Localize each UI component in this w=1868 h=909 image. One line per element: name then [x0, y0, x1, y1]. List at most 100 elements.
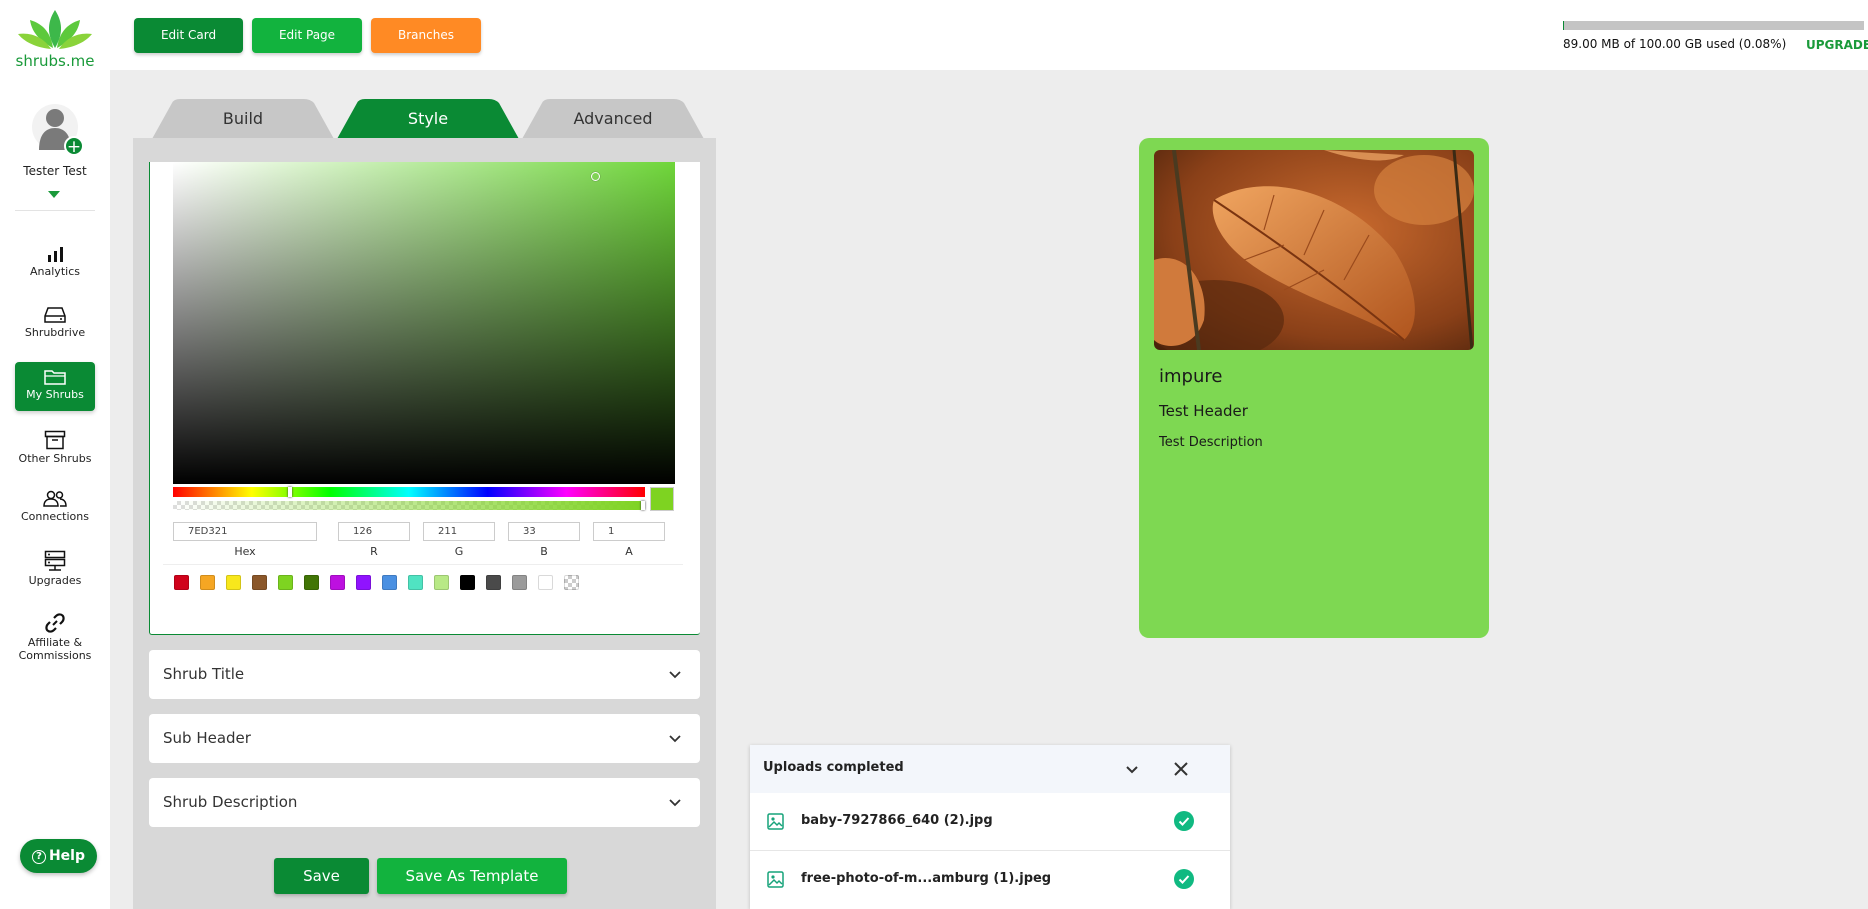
edit-card-button[interactable]: Edit Card [134, 18, 243, 53]
color-swatch[interactable] [226, 575, 241, 590]
current-color-preview [650, 487, 674, 511]
color-swatch[interactable] [278, 575, 293, 590]
color-swatch[interactable] [382, 575, 397, 590]
sidebar-item-label: My Shrubs [26, 388, 84, 401]
sidebar-item-affiliate[interactable]: Affiliate & Commissions [15, 608, 95, 666]
check-circle-icon [1174, 811, 1194, 831]
tab-label: Style [407, 109, 449, 128]
color-swatch[interactable] [304, 575, 319, 590]
drive-icon [44, 307, 66, 323]
color-swatch[interactable] [512, 575, 527, 590]
alpha-input[interactable]: 1 [593, 522, 665, 541]
color-swatch[interactable] [538, 575, 553, 590]
save-as-template-button[interactable]: Save As Template [377, 858, 567, 894]
hue-handle[interactable] [288, 487, 292, 497]
color-swatch[interactable] [564, 575, 579, 590]
shrub-description-accordion[interactable]: Shrub Description [149, 778, 700, 827]
chevron-down-icon [669, 735, 681, 743]
shrub-title-accordion[interactable]: Shrub Title [149, 650, 700, 699]
storage-progress-bar [1563, 21, 1864, 30]
sidebar-item-label: Other Shrubs [18, 452, 92, 465]
chevron-down-icon [669, 671, 681, 679]
check-circle-icon [1174, 869, 1194, 889]
avatar[interactable]: + [32, 104, 84, 157]
green-input[interactable]: 211 [423, 522, 495, 541]
color-swatch[interactable] [408, 575, 423, 590]
sidebar: shrubs.me + Tester Test Analytics Shrubd… [0, 0, 110, 909]
tab-label: Advanced [573, 109, 653, 128]
accordion-label: Shrub Description [163, 793, 298, 811]
branches-button[interactable]: Branches [371, 18, 481, 53]
uploads-header: Uploads completed [750, 745, 1230, 793]
sidebar-divider [15, 210, 95, 211]
sidebar-item-label: Upgrades [28, 574, 82, 587]
sidebar-item-other-shrubs[interactable]: Other Shrubs [15, 426, 95, 470]
bar-chart-icon [48, 247, 63, 262]
edit-page-button[interactable]: Edit Page [252, 18, 362, 53]
color-swatch[interactable] [330, 575, 345, 590]
swatch-divider [163, 564, 683, 565]
logo-text: shrubs.me [15, 52, 95, 70]
color-swatch[interactable] [460, 575, 475, 590]
color-swatch[interactable] [486, 575, 501, 590]
upload-file-name: free-photo-of-m...amburg (1).jpeg [801, 871, 1052, 886]
alpha-slider[interactable] [173, 501, 645, 510]
sidebar-item-label: Affiliate & [27, 636, 83, 649]
add-avatar-icon[interactable]: + [64, 136, 84, 157]
save-button[interactable]: Save [274, 858, 369, 894]
red-label: R [370, 545, 378, 558]
user-name: Tester Test [23, 164, 87, 178]
sidebar-item-upgrades[interactable]: Upgrades [15, 546, 95, 594]
preview-header: Test Header [1159, 402, 1248, 420]
hex-input[interactable]: 7ED321 [173, 522, 317, 541]
hex-label: Hex [234, 545, 256, 558]
sidebar-item-my-shrubs[interactable]: My Shrubs [15, 362, 95, 411]
uploads-title: Uploads completed [763, 760, 904, 775]
logo[interactable]: shrubs.me [10, 8, 100, 70]
chevron-down-icon [669, 799, 681, 807]
sidebar-item-connections[interactable]: Connections [15, 486, 95, 530]
color-swatch[interactable] [252, 575, 267, 590]
tab-label: Build [222, 109, 264, 128]
color-swatch[interactable] [356, 575, 371, 590]
top-bar: Edit Card Edit Page Branches 89.00 MB of… [110, 0, 1868, 70]
tab-build[interactable]: Build [152, 99, 334, 139]
saturation-area[interactable] [173, 162, 675, 484]
sidebar-item-label: Shrubdrive [24, 326, 86, 339]
color-swatch[interactable] [200, 575, 215, 590]
alpha-label: A [625, 545, 633, 558]
close-icon[interactable] [1173, 761, 1189, 777]
folder-icon [44, 370, 66, 385]
sidebar-item-label: Connections [21, 510, 89, 523]
image-file-icon [767, 813, 784, 830]
preview-image [1154, 150, 1474, 350]
leaves-logo-icon [18, 10, 92, 49]
saturation-handle[interactable] [591, 172, 600, 181]
upgrade-link[interactable]: UPGRADE [1806, 38, 1868, 52]
sidebar-item-shrubdrive[interactable]: Shrubdrive [15, 302, 95, 346]
alpha-handle[interactable] [641, 501, 645, 510]
tab-advanced[interactable]: Advanced [522, 99, 704, 139]
collapse-chevron-icon[interactable] [1125, 762, 1139, 776]
image-file-icon [767, 871, 784, 888]
sidebar-item-analytics[interactable]: Analytics [15, 241, 95, 285]
accordion-label: Sub Header [163, 729, 251, 747]
blue-label: B [540, 545, 548, 558]
uploads-panel: Uploads completed baby-7927866_640 (2).j… [750, 745, 1230, 909]
help-button[interactable]: ? Help [20, 839, 97, 873]
blue-input[interactable]: 33 [508, 522, 580, 541]
green-label: G [454, 545, 464, 558]
link-icon [45, 613, 65, 633]
upload-file-name: baby-7927866_640 (2).jpg [801, 813, 993, 828]
sidebar-item-label-line2: Commissions [18, 649, 92, 662]
user-menu-caret-icon[interactable] [48, 191, 60, 198]
archive-icon [44, 430, 66, 450]
preview-title: impure [1159, 366, 1223, 387]
hue-slider[interactable] [173, 487, 645, 497]
server-icon [44, 550, 66, 571]
sub-header-accordion[interactable]: Sub Header [149, 714, 700, 763]
color-swatch[interactable] [174, 575, 189, 590]
color-swatch[interactable] [434, 575, 449, 590]
red-input[interactable]: 126 [338, 522, 410, 541]
tab-style[interactable]: Style [337, 99, 519, 139]
